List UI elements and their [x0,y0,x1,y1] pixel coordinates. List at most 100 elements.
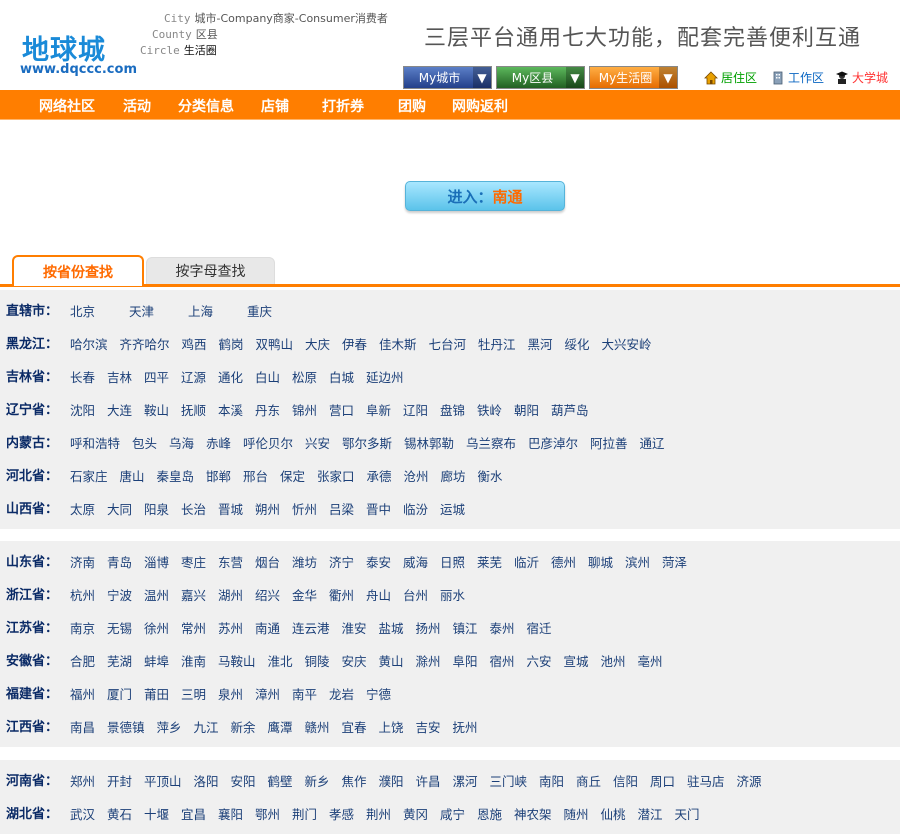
city-link[interactable]: 驻马店 [687,771,725,790]
city-link[interactable]: 襄阳 [218,804,243,823]
city-link[interactable]: 烟台 [255,552,280,571]
city-link[interactable]: 唐山 [120,466,145,485]
city-link[interactable]: 廊坊 [441,466,466,485]
city-link[interactable]: 淮北 [268,651,293,670]
city-link[interactable]: 鄂尔多斯 [342,433,392,452]
city-link[interactable]: 临汾 [403,499,428,518]
city-link[interactable]: 抚顺 [181,400,206,419]
city-link[interactable]: 舟山 [366,585,391,604]
city-link[interactable]: 泰州 [490,618,515,637]
city-link[interactable]: 松原 [292,367,317,386]
city-link[interactable]: 宜昌 [181,804,206,823]
city-link[interactable]: 南平 [292,684,317,703]
city-link[interactable]: 鹰潭 [268,717,293,736]
city-link[interactable]: 包头 [132,433,157,452]
city-link[interactable]: 镇江 [453,618,478,637]
city-link[interactable]: 天津 [129,301,154,320]
city-link[interactable]: 晋城 [218,499,243,518]
city-link[interactable]: 咸宁 [440,804,465,823]
city-link[interactable]: 哈尔滨 [70,334,108,353]
city-link[interactable]: 池州 [601,651,626,670]
city-link[interactable]: 盘锦 [440,400,465,419]
city-link[interactable]: 济南 [70,552,95,571]
city-link[interactable]: 随州 [564,804,589,823]
city-link[interactable]: 淮南 [181,651,206,670]
city-link[interactable]: 恩施 [477,804,502,823]
city-link[interactable]: 忻州 [292,499,317,518]
city-link[interactable]: 武汉 [70,804,95,823]
city-link[interactable]: 衢州 [329,585,354,604]
city-link[interactable]: 宿迁 [527,618,552,637]
city-link[interactable]: 泉州 [218,684,243,703]
city-link[interactable]: 十堰 [144,804,169,823]
city-link[interactable]: 大同 [107,499,132,518]
city-link[interactable]: 晋中 [366,499,391,518]
city-link[interactable]: 沧州 [404,466,429,485]
city-link[interactable]: 淄博 [144,552,169,571]
city-link[interactable]: 杭州 [70,585,95,604]
city-link[interactable]: 赤峰 [206,433,231,452]
city-link[interactable]: 铜陵 [305,651,330,670]
city-link[interactable]: 乌海 [169,433,194,452]
city-link[interactable]: 蚌埠 [144,651,169,670]
my-city-dropdown[interactable]: My城市 ▼ [403,66,492,89]
nav-groupbuy[interactable]: 团购 [398,96,426,116]
city-link[interactable]: 通辽 [640,433,665,452]
city-link[interactable]: 通化 [218,367,243,386]
city-link[interactable]: 沈阳 [70,400,95,419]
city-link[interactable]: 芜湖 [107,651,132,670]
city-link[interactable]: 辽阳 [403,400,428,419]
zone-residential-link[interactable]: 居住区 [704,69,757,86]
chevron-down-icon[interactable]: ▼ [566,67,584,88]
city-link[interactable]: 漳州 [255,684,280,703]
city-link[interactable]: 上饶 [379,717,404,736]
city-link[interactable]: 厦门 [107,684,132,703]
city-link[interactable]: 景德镇 [107,717,145,736]
nav-cashback[interactable]: 网购返利 [452,96,508,116]
city-link[interactable]: 龙岩 [329,684,354,703]
city-link[interactable]: 绍兴 [255,585,280,604]
city-link[interactable]: 乌兰察布 [466,433,516,452]
city-link[interactable]: 九江 [194,717,219,736]
nav-shops[interactable]: 店铺 [261,96,289,116]
city-link[interactable]: 亳州 [638,651,663,670]
city-link[interactable]: 新乡 [305,771,330,790]
city-link[interactable]: 台州 [403,585,428,604]
city-link[interactable]: 辽源 [181,367,206,386]
nav-classifieds[interactable]: 分类信息 [178,96,234,116]
city-link[interactable]: 承德 [367,466,392,485]
city-link[interactable]: 抚州 [453,717,478,736]
city-link[interactable]: 荆门 [292,804,317,823]
city-link[interactable]: 伊春 [342,334,367,353]
city-link[interactable]: 丹东 [255,400,280,419]
city-link[interactable]: 大连 [107,400,132,419]
city-link[interactable]: 日照 [440,552,465,571]
city-link[interactable]: 长春 [70,367,95,386]
city-link[interactable]: 新余 [231,717,256,736]
city-link[interactable]: 四平 [144,367,169,386]
city-link[interactable]: 南昌 [70,717,95,736]
city-link[interactable]: 东营 [218,552,243,571]
city-link[interactable]: 锡林郭勒 [404,433,454,452]
zone-work-link[interactable]: 工作区 [771,69,824,86]
city-link[interactable]: 南通 [255,618,280,637]
city-link[interactable]: 神农架 [514,804,552,823]
city-link[interactable]: 苏州 [218,618,243,637]
city-link[interactable]: 鞍山 [144,400,169,419]
nav-activity[interactable]: 活动 [123,96,151,116]
city-link[interactable]: 临沂 [514,552,539,571]
city-link[interactable]: 张家口 [317,466,355,485]
city-link[interactable]: 上海 [188,301,213,320]
city-link[interactable]: 宁德 [366,684,391,703]
city-link[interactable]: 洛阳 [194,771,219,790]
city-link[interactable]: 莆田 [144,684,169,703]
tab-by-letter[interactable]: 按字母查找 [146,257,275,285]
city-link[interactable]: 黄冈 [403,804,428,823]
city-link[interactable]: 三门峡 [490,771,528,790]
city-link[interactable]: 滨州 [625,552,650,571]
city-link[interactable]: 济源 [737,771,762,790]
city-link[interactable]: 双鸭山 [256,334,294,353]
city-link[interactable]: 吉林 [107,367,132,386]
city-link[interactable]: 三明 [181,684,206,703]
city-link[interactable]: 朝阳 [514,400,539,419]
